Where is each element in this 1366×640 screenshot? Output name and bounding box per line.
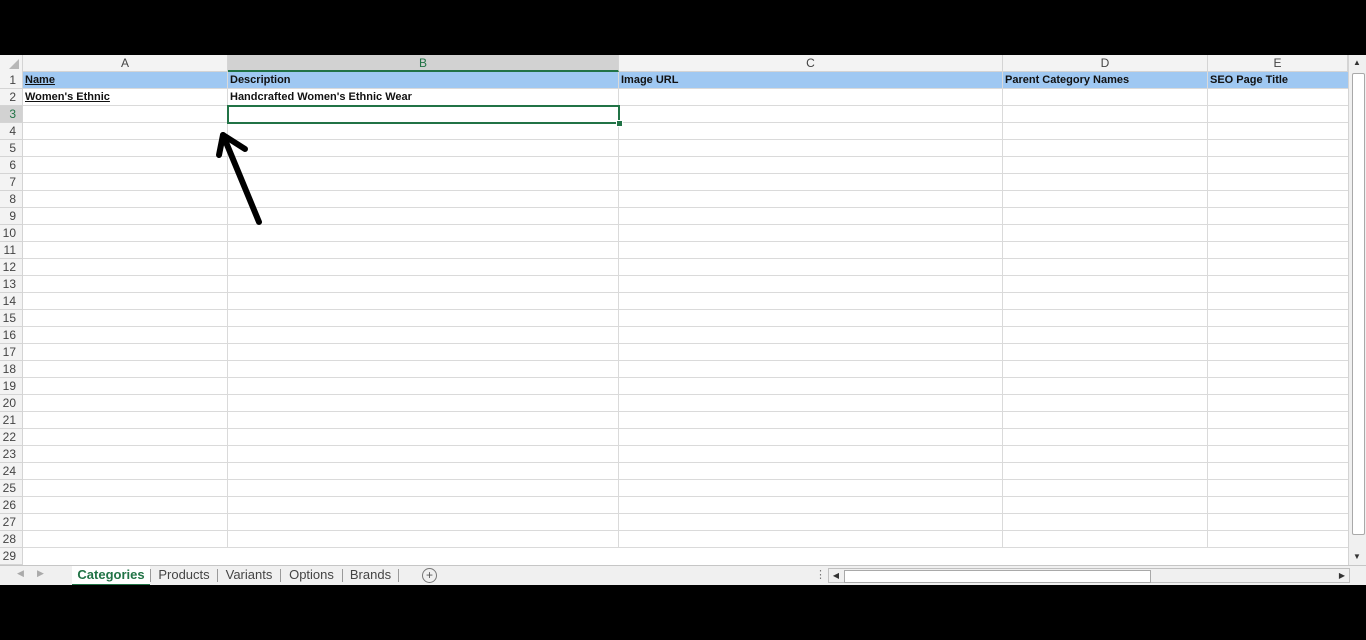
arrow-annotation-icon: [216, 132, 262, 225]
spreadsheet: A B C D E 1 2 3 4 5 6 7 8 9 10 11 12 13 14 15 16 17 18 19 2…: [0, 55, 1366, 585]
